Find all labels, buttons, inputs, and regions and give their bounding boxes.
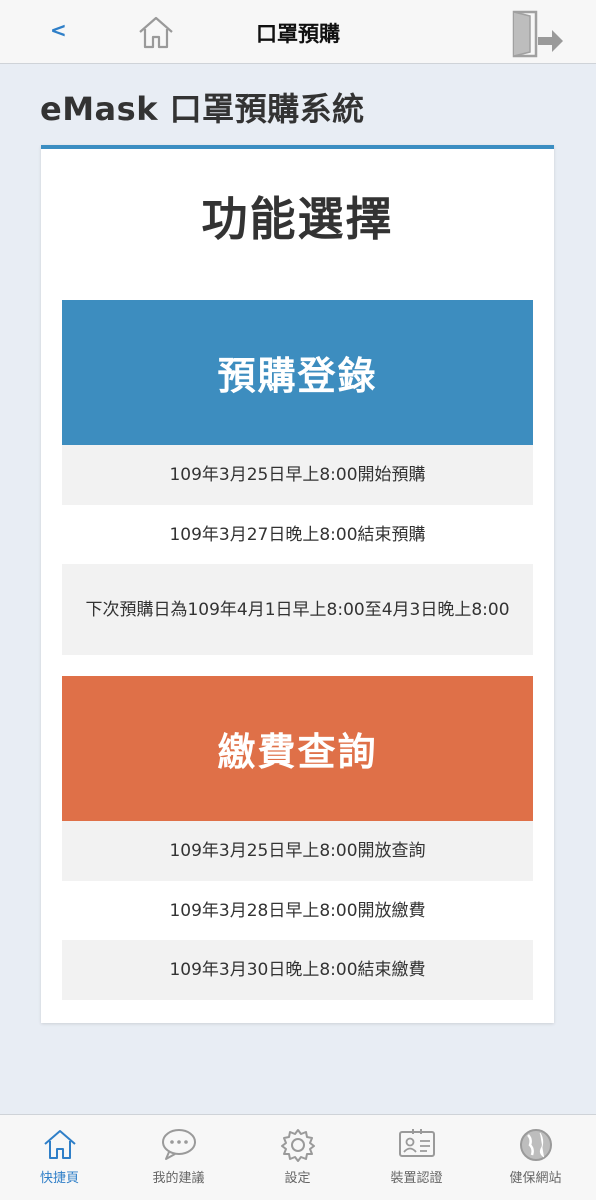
tab-suggestions[interactable]: 我的建議 [119,1115,238,1200]
payment-query-button[interactable]: 繳費查詢 [62,676,533,821]
payment-info-end: 109年3月30日晚上8:00結束繳費 [62,940,533,1000]
exit-button[interactable] [508,8,568,58]
tab-settings[interactable]: 設定 [238,1115,357,1200]
payment-info-query: 109年3月25日早上8:00開放查詢 [62,821,533,881]
preorder-info-end: 109年3月27日晚上8:00結束預購 [169,524,426,545]
exit-door-icon [512,10,563,58]
tab-label: 裝置認證 [390,1171,443,1186]
home-icon [43,1130,76,1159]
tab-label: 設定 [284,1171,311,1186]
tab-label: 快捷頁 [39,1171,79,1186]
gear-icon [280,1129,315,1162]
app-title: eMask 口罩預購系統 [40,90,365,128]
tab-nhi-website[interactable]: 健保網站 [476,1115,595,1200]
function-card: 功能選擇 預購登錄 109年3月25日早上8:00開始預購 109年3月27日晚… [41,145,554,1023]
payment-info-open: 109年3月28日早上8:00開放繳費 [169,900,426,921]
page-title: 口罩預購 [256,22,340,46]
tab-shortcuts[interactable]: 快捷頁 [0,1115,119,1200]
bottom-tab-bar: 快捷頁 我的建議 設定 裝置認證 健保網站 [0,1114,596,1200]
chat-bubble-icon [161,1129,196,1160]
preorder-button[interactable]: 預購登錄 [62,300,533,445]
tab-device-auth[interactable]: 裝置認證 [357,1115,476,1200]
tab-label: 健保網站 [509,1171,562,1186]
top-nav-bar: < 口罩預購 [0,0,596,64]
id-card-icon [398,1129,435,1157]
globe-icon [519,1129,552,1161]
tab-label: 我的建議 [152,1171,205,1186]
preorder-info-next: 下次預購日為109年4月1日早上8:00至4月3日晚上8:00 [62,564,533,655]
card-title: 功能選擇 [201,192,394,246]
preorder-info-start: 109年3月25日早上8:00開始預購 [62,445,533,505]
